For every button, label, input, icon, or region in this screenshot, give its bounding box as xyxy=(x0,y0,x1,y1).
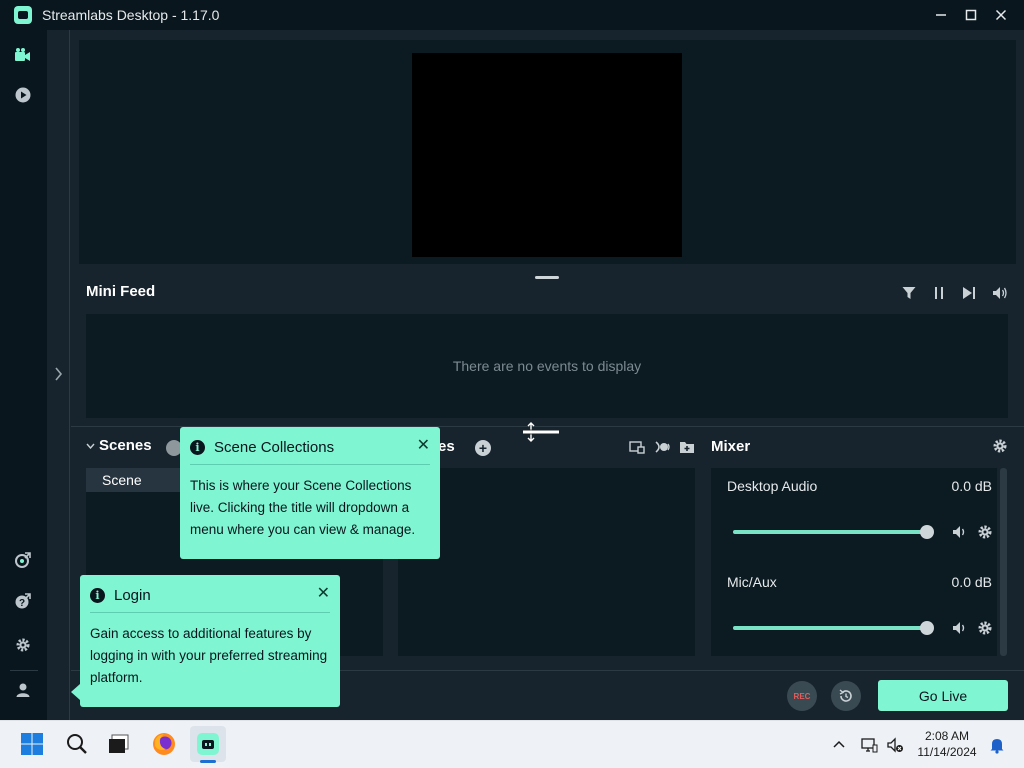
settings-gear-icon[interactable] xyxy=(13,635,33,655)
volume-slider-handle[interactable] xyxy=(920,621,934,635)
user-login-icon[interactable] xyxy=(13,680,33,700)
speaker-icon[interactable] xyxy=(952,524,968,540)
taskbar-clock[interactable]: 2:08 AM 11/14/2024 xyxy=(912,728,982,760)
tooltip-body: This is where your Scene Collections liv… xyxy=(190,478,416,537)
pause-icon[interactable] xyxy=(929,284,949,302)
tooltip-header: i Scene Collections xyxy=(180,427,440,464)
record-button[interactable]: REC xyxy=(787,681,817,711)
mixer-title: Mixer xyxy=(711,438,751,455)
scene-collections-tooltip: i Scene Collections ✕ This is where your… xyxy=(180,427,440,559)
chevron-right-icon[interactable] xyxy=(54,367,63,381)
source-audio-icon[interactable] xyxy=(654,439,672,457)
active-app-indicator xyxy=(200,760,216,763)
channel-gear-icon[interactable] xyxy=(977,620,993,636)
highlighter-icon[interactable] xyxy=(13,550,33,570)
mixer-channel-name: Desktop Audio xyxy=(727,478,818,494)
sidebar-collapse-strip xyxy=(47,30,70,720)
mixer-scrollbar[interactable] xyxy=(1000,468,1007,656)
tooltip-body: Gain access to additional features by lo… xyxy=(90,626,328,685)
minifeed-title: Mini Feed xyxy=(86,283,156,300)
clock-date: 11/14/2024 xyxy=(917,745,977,759)
notification-bell-icon[interactable] xyxy=(988,736,1006,754)
start-menu-icon[interactable] xyxy=(14,726,50,762)
minifeed-events-panel: There are no events to display xyxy=(86,314,1008,418)
chevron-down-icon xyxy=(86,443,95,449)
minifeed-empty-text: There are no events to display xyxy=(452,358,642,374)
mixer-settings-gear-icon[interactable] xyxy=(992,438,1010,456)
info-icon: i xyxy=(190,440,205,455)
window-title: Streamlabs Desktop - 1.17.0 xyxy=(42,7,220,23)
chevron-up-icon[interactable] xyxy=(830,736,848,754)
stream-preview-canvas[interactable] xyxy=(412,53,682,257)
streamlabs-logo-icon xyxy=(14,6,32,24)
preview-resize-handle[interactable] xyxy=(535,276,559,279)
tooltip-header: i Login xyxy=(80,575,340,612)
volume-slider-track[interactable] xyxy=(733,530,927,534)
close-icon[interactable]: ✕ xyxy=(417,435,430,455)
login-tooltip: i Login ✕ Gain access to additional feat… xyxy=(80,575,340,707)
tooltip-title: Scene Collections xyxy=(214,439,335,456)
play-circle-icon[interactable] xyxy=(13,85,33,105)
tooltip-title: Login xyxy=(114,587,151,604)
speaker-icon[interactable] xyxy=(952,620,968,636)
studio-editor-icon[interactable] xyxy=(13,45,33,65)
volume-slider-handle[interactable] xyxy=(920,525,934,539)
source-folder-add-icon[interactable] xyxy=(679,439,697,457)
task-view-icon[interactable] xyxy=(101,726,137,762)
left-nav: ? xyxy=(0,30,47,720)
resize-cursor-icon xyxy=(523,422,559,442)
network-icon[interactable] xyxy=(860,736,878,754)
minimize-button[interactable] xyxy=(926,0,956,30)
title-bar: Streamlabs Desktop - 1.17.0 xyxy=(0,0,1024,30)
sources-title: es xyxy=(438,438,455,455)
close-button[interactable] xyxy=(986,0,1016,30)
replay-buffer-button[interactable] xyxy=(831,681,861,711)
add-source-icon[interactable]: + xyxy=(475,440,491,456)
svg-text:?: ? xyxy=(19,598,25,609)
mixer-channel-name: Mic/Aux xyxy=(727,574,777,590)
help-icon[interactable]: ? xyxy=(13,591,33,611)
scenes-header[interactable]: Scenes xyxy=(86,437,152,454)
volume-icon[interactable] xyxy=(990,284,1010,302)
filter-icon[interactable] xyxy=(899,284,919,302)
go-live-button[interactable]: Go Live xyxy=(878,680,1008,711)
replay-icon xyxy=(839,689,852,702)
mixer-channel-db: 0.0 dB xyxy=(951,478,992,494)
maximize-button[interactable] xyxy=(956,0,986,30)
source-list xyxy=(398,468,695,656)
info-icon: i xyxy=(90,588,105,603)
source-group-icon[interactable] xyxy=(629,439,647,457)
nav-divider xyxy=(10,670,38,671)
search-icon[interactable] xyxy=(59,726,95,762)
scenes-title: Scenes xyxy=(99,437,152,454)
volume-slider-track[interactable] xyxy=(733,626,927,630)
streamlabs-taskbar-icon[interactable] xyxy=(190,726,226,762)
clock-time: 2:08 AM xyxy=(924,729,970,743)
skip-next-icon[interactable] xyxy=(959,284,979,302)
tooltip-arrow xyxy=(71,684,80,700)
sound-muted-icon[interactable] xyxy=(886,736,904,754)
firefox-icon[interactable] xyxy=(146,726,182,762)
channel-gear-icon[interactable] xyxy=(977,524,993,540)
close-icon[interactable]: ✕ xyxy=(317,583,330,603)
mixer-channel-db: 0.0 dB xyxy=(951,574,992,590)
